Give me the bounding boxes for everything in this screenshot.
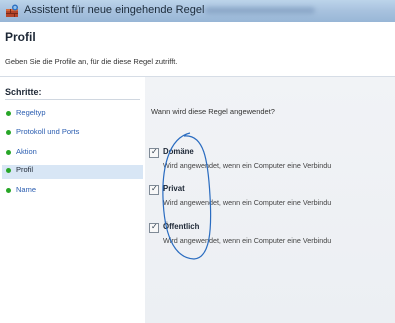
steps-sidebar: Schritte: Regeltyp Protokoll und Ports A… [0, 77, 145, 323]
option-label: Domäne [163, 147, 194, 156]
sidebar-item-label: Profil [16, 165, 34, 174]
domaene-checkbox[interactable]: ✓ [149, 147, 159, 158]
sidebar-item-label: Name [16, 185, 37, 194]
page-subtitle: Geben Sie die Profile an, für die diese … [5, 57, 178, 66]
option-oeffentlich[interactable]: ✓ Öffentlich Wird angewendet, wenn ein C… [149, 222, 395, 253]
wizard-window: Assistent für neue eingehende Regel Prof… [0, 0, 395, 323]
step-bullet-icon [6, 150, 11, 155]
steps-divider [5, 99, 140, 100]
sidebar-item-profil[interactable]: Profil [2, 165, 143, 179]
sidebar-item-regeltyp[interactable]: Regeltyp [6, 108, 142, 122]
option-description: Wird angewendet, wenn ein Computer eine … [163, 161, 332, 170]
sidebar-item-name[interactable]: Name [6, 185, 142, 199]
oeffentlich-checkbox[interactable]: ✓ [149, 222, 159, 233]
step-bullet-icon [6, 130, 11, 135]
option-label: Privat [163, 184, 185, 193]
sidebar-item-protokoll-und-ports[interactable]: Protokoll und Ports [6, 127, 142, 141]
option-description: Wird angewendet, wenn ein Computer eine … [163, 236, 332, 245]
option-label: Öffentlich [163, 222, 200, 231]
step-bullet-icon [6, 111, 11, 116]
sidebar-item-label: Regeltyp [16, 108, 46, 117]
step-bullet-icon [6, 168, 11, 173]
page-header: Profil Geben Sie die Profile an, für die… [0, 22, 395, 77]
page-title: Profil [5, 30, 36, 44]
main-content: Wann wird diese Regel angewendet? ✓ Domä… [145, 77, 395, 323]
option-domaene[interactable]: ✓ Domäne Wird angewendet, wenn ein Compu… [149, 147, 395, 178]
step-bullet-icon [6, 188, 11, 193]
privat-checkbox[interactable]: ✓ [149, 184, 159, 195]
title-bar[interactable]: Assistent für neue eingehende Regel [0, 0, 395, 22]
rule-question: Wann wird diese Regel angewendet? [151, 107, 275, 116]
sidebar-item-aktion[interactable]: Aktion [6, 147, 142, 161]
steps-heading: Schritte: [5, 87, 42, 97]
firewall-icon [6, 4, 18, 17]
sidebar-item-label: Aktion [16, 147, 37, 156]
title-bar-blur [205, 7, 315, 14]
checkmark-icon: ✓ [151, 184, 158, 193]
option-privat[interactable]: ✓ Privat Wird angewendet, wenn ein Compu… [149, 184, 395, 215]
checkmark-icon: ✓ [151, 147, 158, 156]
window-title: Assistent für neue eingehende Regel [24, 4, 205, 16]
sidebar-item-label: Protokoll und Ports [16, 127, 80, 136]
option-description: Wird angewendet, wenn ein Computer eine … [163, 198, 332, 207]
checkmark-icon: ✓ [151, 222, 158, 231]
